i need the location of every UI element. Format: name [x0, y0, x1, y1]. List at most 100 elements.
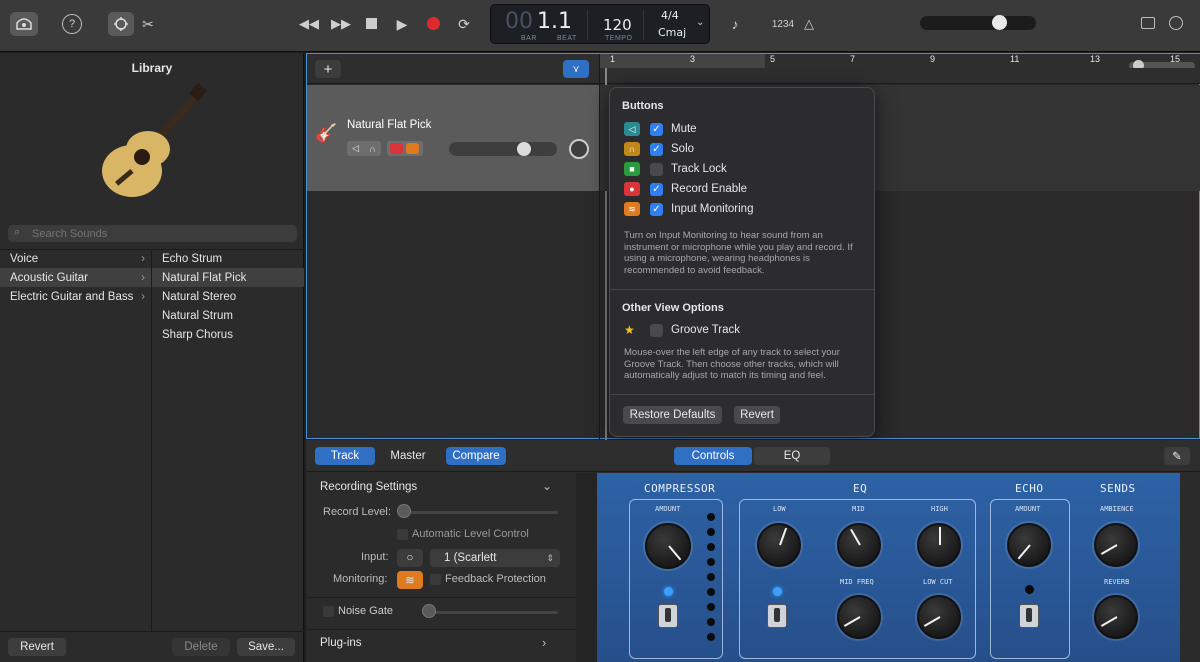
input-select[interactable]: 1 (Scarlett ⇕ — [430, 549, 560, 567]
option-track-lock[interactable]: ■ Track Lock — [624, 160, 727, 178]
library-icon[interactable] — [10, 12, 38, 36]
compare-button[interactable]: Compare — [446, 447, 506, 465]
rewind-icon[interactable]: ◀◀ — [298, 14, 320, 34]
revert-button[interactable]: Revert — [8, 638, 66, 656]
play-icon[interactable]: ▶ — [394, 14, 410, 34]
lcd-display[interactable]: 00 1.1 BAR BEAT 120 TEMPO 4/4 Cmaj ⌄ — [490, 4, 710, 44]
category-electric-guitar[interactable]: Electric Guitar and Bass › — [0, 287, 151, 306]
compressor-toggle[interactable] — [658, 604, 678, 628]
headphones-icon[interactable]: ∩ — [369, 144, 375, 154]
smart-controls-icon[interactable] — [108, 12, 134, 36]
reverb-knob[interactable] — [1094, 595, 1138, 639]
category-voice[interactable]: Voice › — [0, 249, 151, 268]
add-track-icon[interactable]: + — [315, 60, 341, 78]
option-input-monitoring[interactable]: ≋ ✓ Input Monitoring — [624, 200, 753, 218]
record-icon[interactable] — [425, 15, 441, 31]
chevron-down-icon[interactable]: ⌄ — [542, 479, 552, 493]
mute-icon[interactable]: ◁ — [352, 143, 359, 154]
ambience-knob[interactable] — [1094, 523, 1138, 567]
record-level-slider[interactable] — [398, 511, 558, 514]
delete-button[interactable]: Delete — [172, 638, 230, 656]
noise-gate-slider[interactable] — [422, 611, 558, 614]
tab-track[interactable]: Track — [315, 447, 375, 465]
eq-high-knob[interactable] — [917, 523, 961, 567]
loops-icon[interactable] — [1166, 14, 1186, 32]
noise-gate-checkbox[interactable] — [323, 606, 334, 617]
groove-track-checkbox[interactable] — [650, 323, 663, 337]
sound-natural-strum[interactable]: Natural Strum — [152, 306, 304, 325]
mute-checkbox[interactable]: ✓ — [650, 122, 663, 136]
option-solo[interactable]: ∩ ✓ Solo — [624, 140, 694, 158]
sound-echo-strum[interactable]: Echo Strum — [152, 249, 304, 268]
category-acoustic-guitar[interactable]: Acoustic Guitar › — [0, 268, 151, 287]
lcd-timesig: 4/4 — [661, 9, 679, 22]
track-name: Natural Flat Pick — [347, 119, 432, 131]
track-lock-checkbox[interactable] — [650, 162, 663, 176]
tab-master[interactable]: Master — [378, 447, 438, 465]
help-icon[interactable]: ? — [62, 14, 82, 34]
sound-natural-flat-pick[interactable]: Natural Flat Pick — [152, 268, 304, 287]
track-header[interactable]: 🎸 Natural Flat Pick ◁ ∩ — [307, 85, 599, 191]
noise-gate-knob[interactable] — [422, 604, 436, 618]
eq-low-cut-knob[interactable] — [917, 595, 961, 639]
save-button[interactable]: Save... — [237, 638, 295, 656]
category-label: Voice — [10, 252, 39, 265]
input-monitoring-checkbox[interactable]: ✓ — [650, 202, 663, 216]
option-mute[interactable]: ◁ ✓ Mute — [624, 120, 697, 138]
monitoring-label: Monitoring: — [333, 573, 388, 585]
editors-icon[interactable]: ✂ — [140, 14, 156, 34]
forward-icon[interactable]: ▶▶ — [330, 14, 352, 34]
record-enable-icon[interactable] — [390, 143, 403, 154]
echo-toggle[interactable] — [1019, 604, 1039, 628]
compressor-led — [664, 587, 673, 596]
notepad-icon[interactable] — [1139, 15, 1157, 31]
cycle-region[interactable] — [600, 54, 765, 68]
sound-natural-stereo[interactable]: Natural Stereo — [152, 287, 304, 306]
echo-amount-knob[interactable] — [1007, 523, 1051, 567]
track-volume-slider[interactable] — [449, 142, 557, 156]
plugins-heading[interactable]: Plug-ins — [320, 637, 362, 649]
eq-toggle[interactable] — [767, 604, 787, 628]
tab-eq[interactable]: EQ — [754, 447, 830, 465]
stop-icon[interactable] — [364, 16, 378, 30]
volume-knob[interactable] — [992, 15, 1007, 30]
count-in-icon[interactable]: 1234 — [770, 16, 796, 32]
option-groove-track[interactable]: ★ Groove Track — [624, 321, 740, 339]
sound-label: Natural Strum — [162, 309, 233, 322]
input-format-icon[interactable]: ○ — [397, 549, 423, 567]
eq-low-knob[interactable] — [757, 523, 801, 567]
sound-sharp-chorus[interactable]: Sharp Chorus — [152, 325, 304, 344]
chevron-right-icon[interactable]: › — [542, 635, 546, 650]
search-input[interactable] — [32, 225, 292, 242]
chevron-right-icon: › — [141, 290, 145, 303]
search-field[interactable]: ⌕ — [8, 225, 297, 242]
ruler-label: 7 — [850, 54, 856, 64]
master-volume-slider[interactable] — [920, 15, 1036, 30]
popover-revert-button[interactable]: Revert — [734, 406, 780, 424]
option-record-enable[interactable]: ● ✓ Record Enable — [624, 180, 747, 198]
feedback-checkbox[interactable] — [430, 574, 441, 585]
eq-mid-label: MID — [852, 505, 865, 513]
solo-checkbox[interactable]: ✓ — [650, 142, 663, 156]
monitoring-icon[interactable]: ≋ — [397, 571, 423, 589]
pan-knob[interactable] — [569, 139, 589, 159]
tuner-icon[interactable]: ♪ — [726, 14, 744, 34]
compressor-amount-knob[interactable] — [645, 523, 691, 569]
record-level-knob[interactable] — [397, 504, 411, 518]
input-monitoring-icon[interactable] — [406, 143, 419, 154]
auto-level-checkbox[interactable] — [397, 529, 408, 540]
search-icon: ⌕ — [14, 226, 21, 238]
record-enable-checkbox[interactable]: ✓ — [650, 182, 663, 196]
restore-defaults-button[interactable]: Restore Defaults — [623, 406, 722, 424]
eq-mid-knob[interactable] — [837, 523, 881, 567]
chevron-down-icon[interactable]: ⌄ — [696, 17, 704, 28]
tab-controls[interactable]: Controls — [674, 447, 752, 465]
info-icon[interactable]: ✎ — [1164, 447, 1190, 465]
lock-icon: ■ — [624, 162, 640, 176]
track-filter-icon[interactable]: ⋎ — [563, 60, 589, 78]
volume-knob[interactable] — [517, 142, 531, 156]
eq-mid-freq-knob[interactable] — [837, 595, 881, 639]
metronome-icon[interactable]: △ — [800, 14, 818, 34]
cycle-icon[interactable]: ⟳ — [454, 14, 474, 34]
input-monitoring-icon: ≋ — [624, 202, 640, 216]
